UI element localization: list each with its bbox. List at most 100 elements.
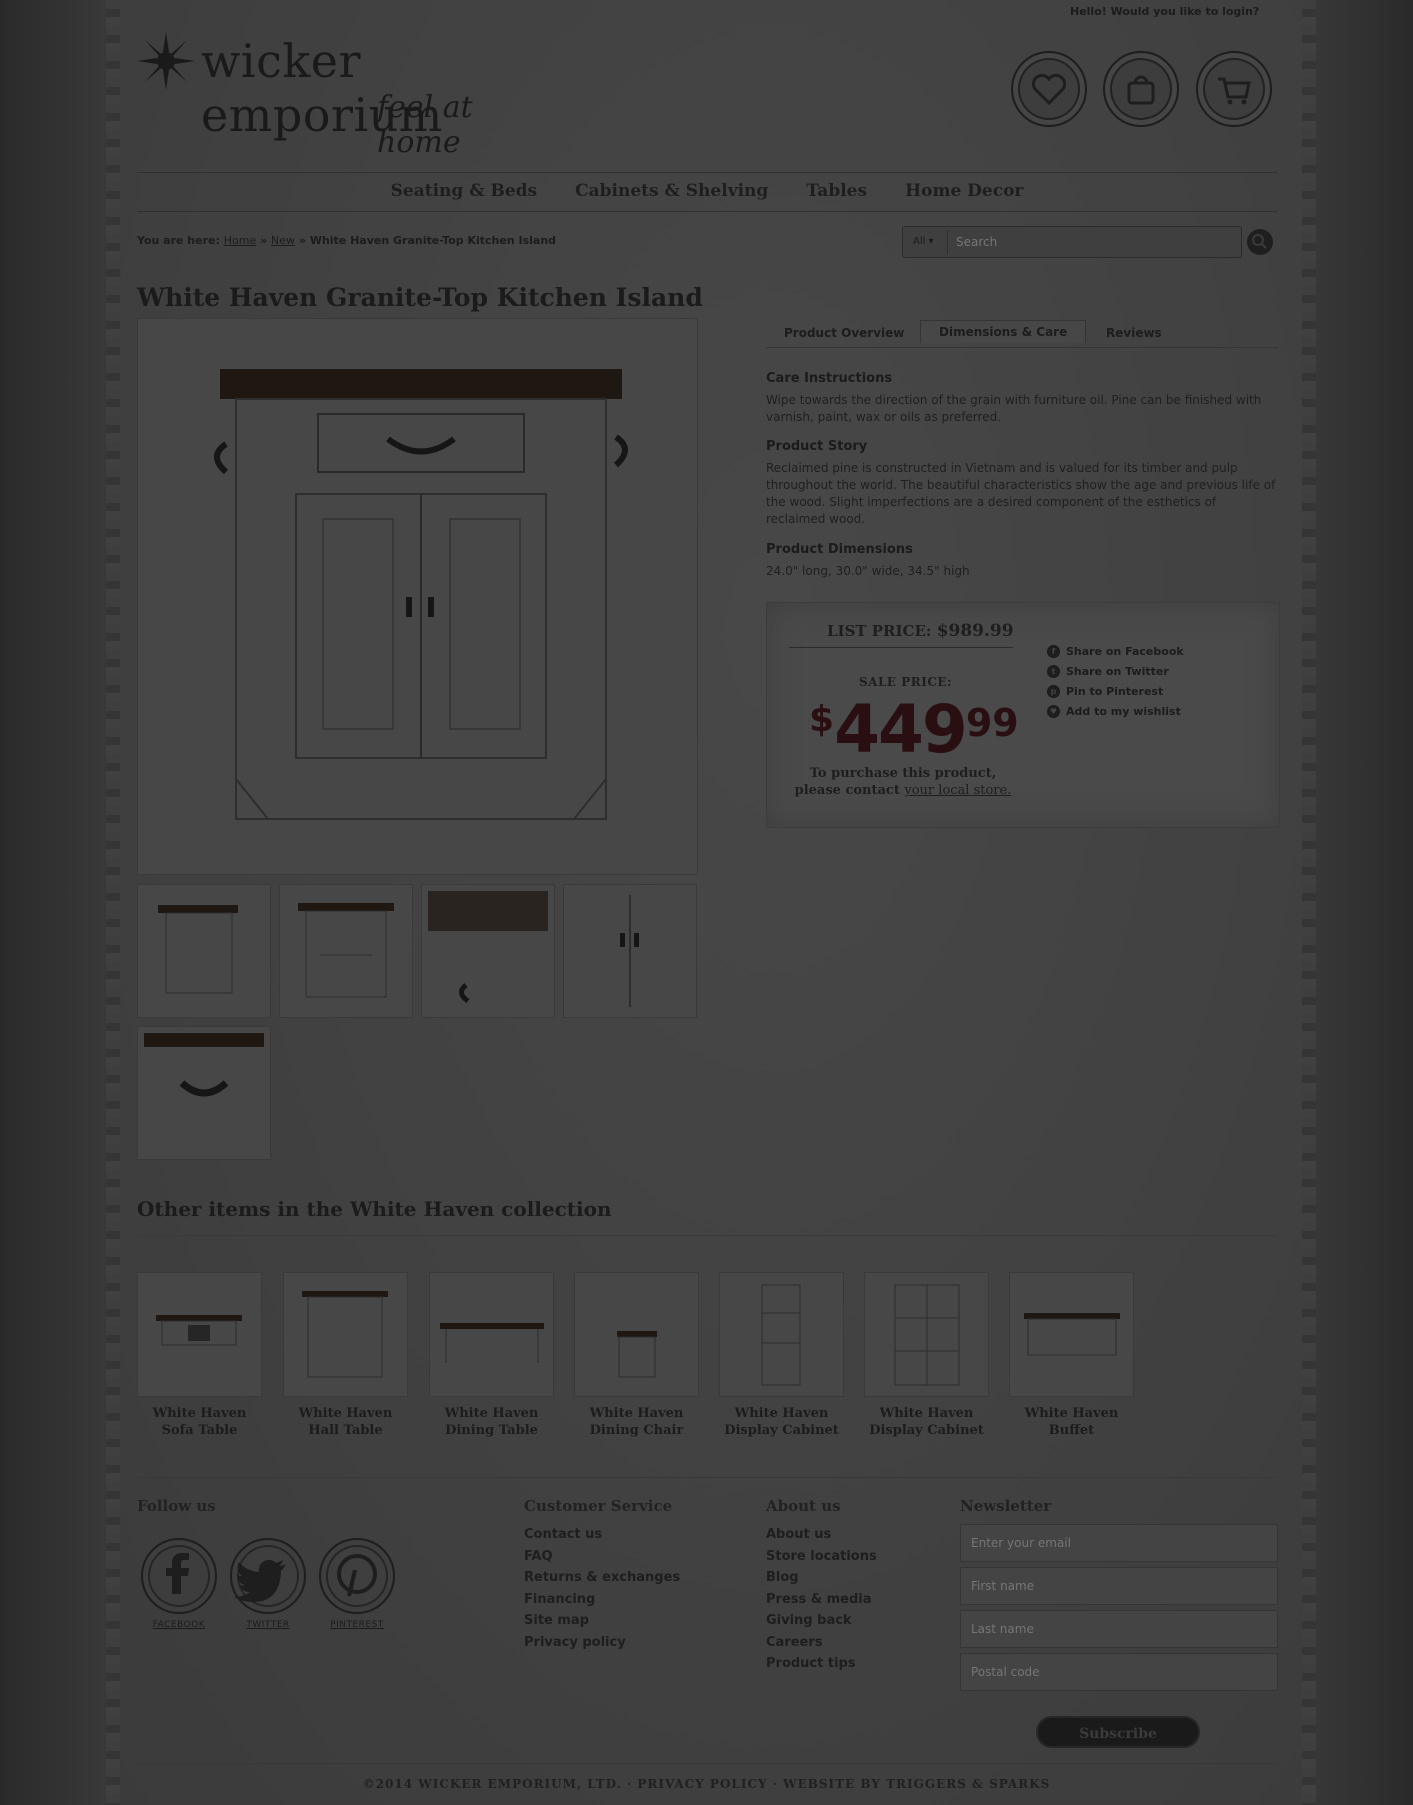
add-to-wishlist-link[interactable]: ♥ Add to my wishlist	[1047, 701, 1184, 721]
product-main-image[interactable]	[137, 318, 698, 875]
footer-link-returns[interactable]: Returns & exchanges	[524, 1567, 680, 1589]
collection-item-image	[719, 1272, 844, 1397]
collection-item-image	[137, 1272, 262, 1397]
newsletter-last-name-field[interactable]	[960, 1610, 1278, 1648]
follow-us-heading: Follow us	[137, 1497, 216, 1515]
newsletter-first-name-field[interactable]	[960, 1567, 1278, 1605]
share-twitter-link[interactable]: t Share on Twitter	[1047, 661, 1184, 681]
product-thumbnail[interactable]	[137, 884, 271, 1018]
about-us-heading: About us	[766, 1497, 841, 1515]
logo-tagline: feel at home	[377, 90, 473, 160]
tab-reviews[interactable]: Reviews	[1088, 322, 1180, 344]
customer-service-links: Contact us FAQ Returns & exchanges Finan…	[524, 1524, 680, 1653]
login-prompt-link[interactable]: Hello! Would you like to login?	[1070, 5, 1259, 18]
subscribe-button[interactable]: Subscribe	[1036, 1716, 1200, 1748]
list-price-value: $989.99	[936, 621, 1014, 641]
search-button[interactable]	[1247, 229, 1273, 255]
magnifier-icon	[1252, 234, 1267, 249]
collection-item[interactable]: White Haven Sofa Table	[137, 1272, 262, 1439]
collection-item-image	[574, 1272, 699, 1397]
purchase-note: To purchase this product, please contact…	[794, 766, 1012, 798]
footer-link-blog[interactable]: Blog	[766, 1567, 877, 1589]
customer-service-heading: Customer Service	[524, 1497, 673, 1515]
newsletter-email-field[interactable]	[960, 1524, 1278, 1562]
search-input[interactable]	[947, 230, 1233, 254]
breadcrumb-current: White Haven Granite-Top Kitchen Island	[309, 234, 557, 247]
twitter-icon[interactable]	[230, 1538, 306, 1614]
search-bar: All ▾	[902, 226, 1242, 258]
breadcrumb-new-link[interactable]: New	[271, 234, 295, 247]
footer-link-faq[interactable]: FAQ	[524, 1546, 680, 1568]
newsletter-postal-code-field[interactable]	[960, 1653, 1278, 1691]
story-heading: Product Story	[766, 439, 868, 454]
collection-item-image	[283, 1272, 408, 1397]
share-facebook-link[interactable]: f Share on Facebook	[1047, 641, 1184, 661]
tab-dimensions-care[interactable]: Dimensions & Care	[920, 320, 1087, 343]
nav-item-home-decor[interactable]: Home Decor	[905, 181, 1023, 201]
care-heading: Care Instructions	[766, 371, 893, 386]
twitter-icon: t	[1047, 664, 1060, 678]
sale-price-label: SALE PRICE:	[859, 675, 952, 689]
footer-link-careers[interactable]: Careers	[766, 1632, 877, 1654]
collection-item-image	[429, 1272, 554, 1397]
product-thumbnail[interactable]	[279, 884, 413, 1018]
shopping-cart-icon[interactable]	[1196, 51, 1272, 127]
collection-item[interactable]: White Haven Dining Table	[429, 1272, 554, 1439]
pinterest-caption-link[interactable]: PINTEREST	[319, 1620, 395, 1630]
search-scope-select[interactable]: All ▾	[913, 236, 934, 247]
pinterest-icon[interactable]	[319, 1538, 395, 1614]
collection-item[interactable]: White Haven Hall Table	[283, 1272, 408, 1439]
collection-item[interactable]: White Haven Dining Chair	[574, 1272, 699, 1439]
facebook-caption-link[interactable]: FACEBOOK	[141, 1620, 217, 1630]
price-divider	[789, 647, 1013, 648]
breadcrumb-home-link[interactable]: Home	[224, 234, 256, 247]
breadcrumb-separator: »	[260, 234, 268, 247]
collection-item-image	[864, 1272, 989, 1397]
share-list: f Share on Facebook t Share on Twitter p Pi…	[1047, 641, 1184, 721]
facebook-icon: f	[1047, 644, 1060, 658]
breadcrumb-prefix: You are here:	[137, 234, 220, 247]
facebook-icon[interactable]	[141, 1538, 217, 1614]
sun-ornament-icon	[137, 32, 195, 90]
collection-title: Other items in the White Haven collectio…	[137, 1197, 612, 1221]
breadcrumb-separator: »	[298, 234, 306, 247]
product-thumbnail[interactable]	[137, 1026, 271, 1160]
newsletter-heading: Newsletter	[960, 1497, 1052, 1515]
account-bag-icon[interactable]	[1103, 51, 1179, 127]
product-thumbnail[interactable]	[563, 884, 697, 1018]
kitchen-island-illustration	[214, 369, 628, 820]
footer-link-privacy[interactable]: Privacy policy	[524, 1632, 680, 1654]
footer-link-store-locations[interactable]: Store locations	[766, 1546, 877, 1568]
nav-item-seating-beds[interactable]: Seating & Beds	[391, 181, 538, 201]
site-logo[interactable]: wicker emporium feel at home	[137, 30, 557, 160]
story-text: Reclaimed pine is constructed in Vietnam…	[766, 461, 1276, 526]
footer-link-press[interactable]: Press & media	[766, 1589, 877, 1611]
footer-link-site-map[interactable]: Site map	[524, 1610, 680, 1632]
footer-link-about-us[interactable]: About us	[766, 1524, 877, 1546]
footer-link-financing[interactable]: Financing	[524, 1589, 680, 1611]
main-navigation: Seating & Beds Cabinets & Shelving Table…	[137, 172, 1277, 212]
footer-link-giving-back[interactable]: Giving back	[766, 1610, 877, 1632]
nav-item-cabinets-shelving[interactable]: Cabinets & Shelving	[575, 181, 768, 201]
collection-item[interactable]: White Haven Display Cabinet	[864, 1272, 989, 1439]
care-text: Wipe towards the direction of the grain …	[766, 393, 1262, 424]
sale-price: $44999	[809, 691, 1019, 768]
local-store-link[interactable]: your local store.	[904, 783, 1011, 798]
wishlist-heart-icon[interactable]	[1011, 51, 1087, 127]
pin-pinterest-link[interactable]: p Pin to Pinterest	[1047, 681, 1184, 701]
copyright-divider	[137, 1763, 1277, 1764]
about-us-links: About us Store locations Blog Press & me…	[766, 1524, 877, 1675]
collection-item[interactable]: White Haven Display Cabinet	[719, 1272, 844, 1439]
collection-item[interactable]: White Haven Buffet	[1009, 1272, 1134, 1439]
tab-product-overview[interactable]: Product Overview	[766, 322, 922, 344]
left-paper-edge	[0, 0, 120, 1805]
heart-icon: ♥	[1047, 704, 1060, 718]
footer-link-contact-us[interactable]: Contact us	[524, 1524, 680, 1546]
nav-item-tables[interactable]: Tables	[806, 181, 867, 201]
footer-link-product-tips[interactable]: Product tips	[766, 1653, 877, 1675]
twitter-caption-link[interactable]: TWITTER	[230, 1620, 306, 1630]
product-thumbnail[interactable]	[421, 884, 555, 1018]
collection-divider	[137, 1235, 1277, 1236]
product-tabs: Product Overview Dimensions & Care Revie…	[766, 316, 1278, 348]
breadcrumb: You are here: Home » New » White Haven G…	[137, 234, 556, 247]
